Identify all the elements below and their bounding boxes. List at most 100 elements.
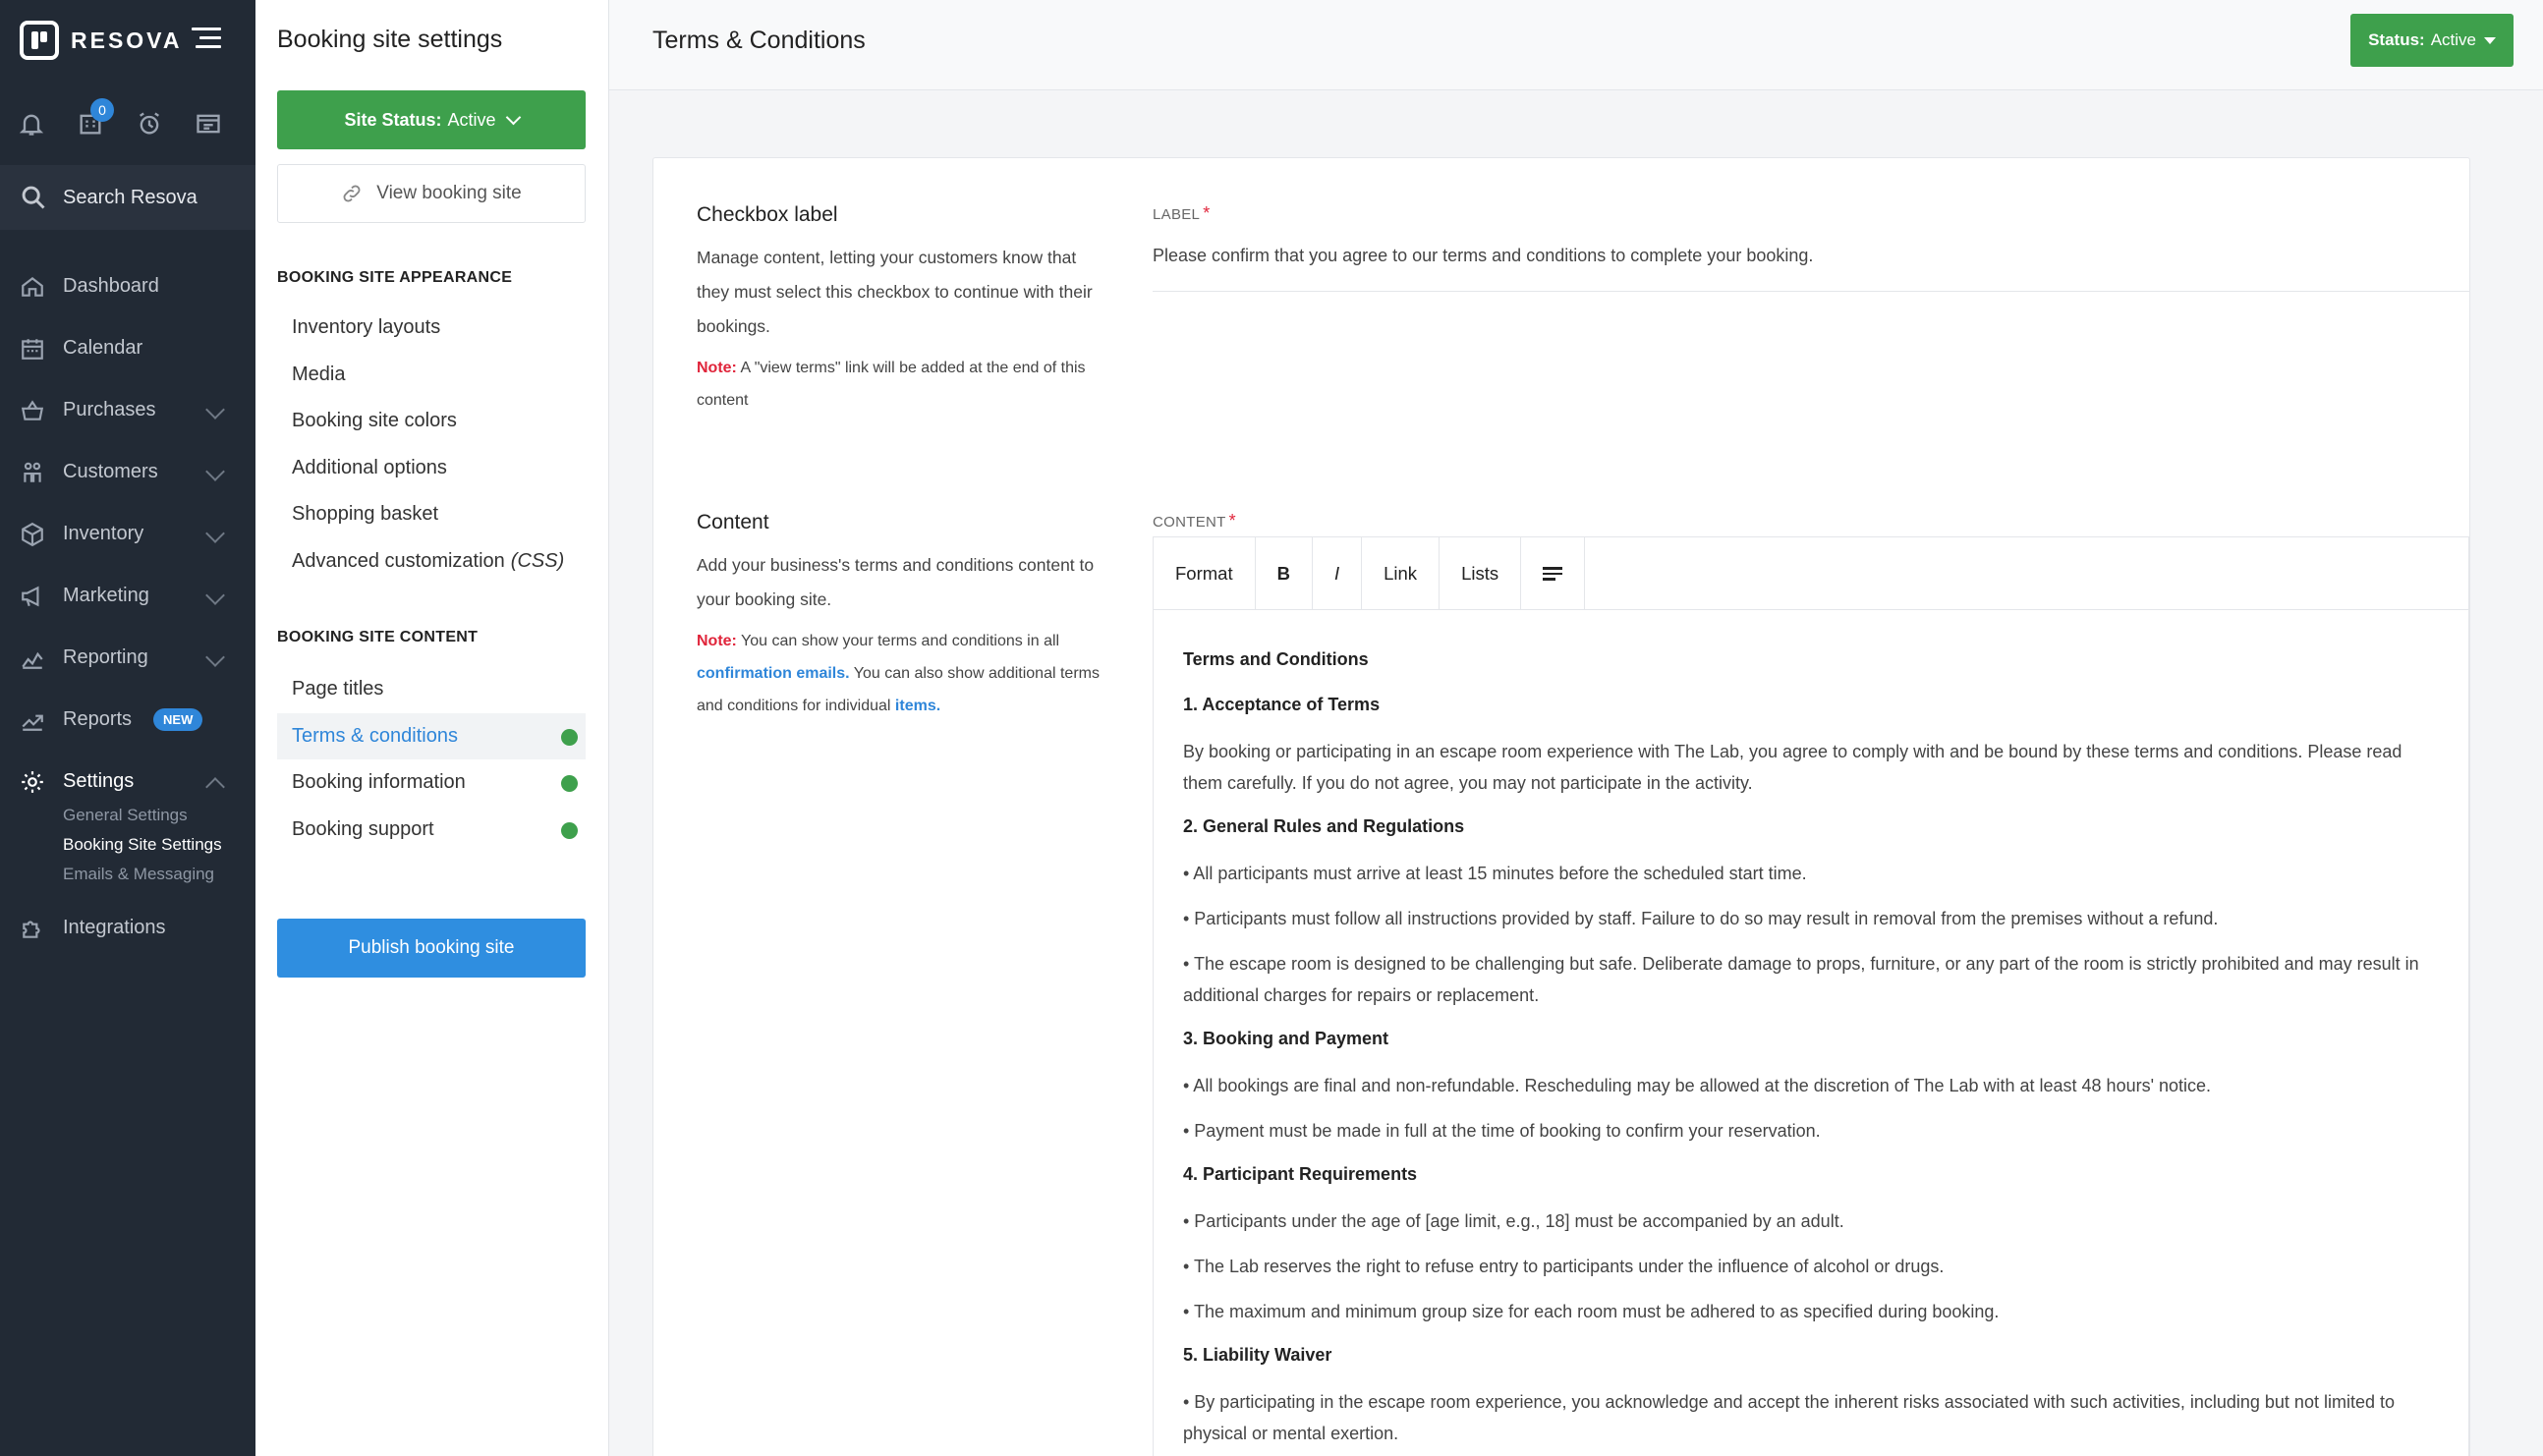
panel-title: Booking site settings <box>277 26 503 53</box>
chevron-down-icon <box>205 586 225 605</box>
nav-item-dashboard[interactable]: Dashboard <box>0 255 255 317</box>
box-icon <box>22 522 43 546</box>
site-status-dropdown[interactable]: Site Status: Active <box>277 90 586 149</box>
section-desc: Manage content, letting your customers k… <box>697 248 1093 336</box>
settings-item-shopping-basket[interactable]: Shopping basket <box>277 491 586 538</box>
hamburger-menu-icon[interactable] <box>192 28 221 51</box>
appearance-list: Inventory layouts Media Booking site col… <box>277 305 586 585</box>
settings-item-media[interactable]: Media <box>277 352 586 399</box>
bold-button[interactable]: B <box>1256 537 1313 610</box>
settings-item-inventory-layouts[interactable]: Inventory layouts <box>277 305 586 352</box>
section-heading: Content <box>697 511 769 533</box>
publish-booking-site-button[interactable]: Publish booking site <box>277 919 586 978</box>
status-dot <box>561 775 578 792</box>
checkbox-label-input[interactable]: Please confirm that you agree to our ter… <box>1153 246 2469 292</box>
content-heading: 1. Acceptance of Terms <box>1183 695 1381 714</box>
content-paragraph: • Payment must be made in full at the ti… <box>1183 1121 1821 1141</box>
nav-item-customers[interactable]: Customers <box>0 441 255 503</box>
brand[interactable]: RESOVA <box>20 20 182 61</box>
align-left-button[interactable] <box>1521 537 1586 610</box>
rich-text-editor: Format B I Link Lists Terms and Conditio… <box>1153 536 2469 1456</box>
chevron-down-icon <box>505 109 521 125</box>
megaphone-icon <box>22 586 39 606</box>
nav-item-calendar[interactable]: Calendar <box>0 317 255 379</box>
status-dropdown[interactable]: Status: Active <box>2350 14 2514 67</box>
bell-icon[interactable] <box>2 104 61 143</box>
checkbox-label-field: LABEL * Please confirm that you agree to … <box>1153 203 2469 292</box>
chevron-down-icon <box>205 462 225 481</box>
nav-item-reports[interactable]: Reports NEW <box>0 689 255 751</box>
item-label: Terms & conditions <box>292 724 458 747</box>
item-label: Booking information <box>292 771 466 794</box>
basket-icon <box>21 399 44 420</box>
trend-icon <box>22 714 43 731</box>
field-label-text: LABEL <box>1153 206 1201 223</box>
status-value: Active <box>2430 30 2476 49</box>
content-field-label: CONTENT * <box>1153 511 2469 532</box>
search-label: Search Resova <box>63 186 198 208</box>
section-note: Note: A "view terms" link will be added … <box>697 352 1109 417</box>
link-button[interactable]: Link <box>1362 537 1441 610</box>
submenu-booking-site-settings[interactable]: Booking Site Settings <box>63 830 255 860</box>
lists-button[interactable]: Lists <box>1440 537 1522 610</box>
required-marker: * <box>1203 203 1211 223</box>
window-icon[interactable] <box>179 104 238 143</box>
settings-item-booking-site-colors[interactable]: Booking site colors <box>277 398 586 445</box>
checkbox-label-description: Checkbox label Manage content, letting y… <box>697 203 1109 417</box>
nav-item-label: Inventory <box>63 523 144 544</box>
status-dot <box>561 821 578 839</box>
chevron-up-icon <box>205 777 225 797</box>
line-chart-icon <box>22 651 43 669</box>
italic-button[interactable]: I <box>1313 537 1363 610</box>
main-content: Terms & Conditions Status: Active Checkb… <box>609 0 2543 1456</box>
chevron-down-icon <box>205 400 225 420</box>
search-resova[interactable]: Search Resova <box>0 165 255 230</box>
content-paragraph: • By participating in the escape room ex… <box>1183 1392 2395 1443</box>
nav-item-label: Purchases <box>63 399 156 420</box>
content-paragraph: • Participants must follow all instructi… <box>1183 909 2219 928</box>
view-booking-site-button[interactable]: View booking site <box>277 164 586 223</box>
page-header: Terms & Conditions Status: Active <box>609 0 2543 90</box>
nav-item-inventory[interactable]: Inventory <box>0 503 255 565</box>
notification-count-badge: 0 <box>90 98 114 122</box>
format-button[interactable]: Format <box>1154 537 1256 610</box>
editor-content[interactable]: Terms and Conditions 1. Acceptance of Ter… <box>1154 610 2468 1449</box>
settings-item-page-titles[interactable]: Page titles <box>277 666 586 713</box>
nav-item-label: Reports <box>63 708 133 730</box>
nav-item-purchases[interactable]: Purchases <box>0 379 255 441</box>
nav-item-settings[interactable]: Settings <box>0 751 255 812</box>
settings-item-additional-options[interactable]: Additional options <box>277 445 586 492</box>
settings-item-booking-support[interactable]: Booking support <box>277 807 586 854</box>
nav-item-label: Customers <box>63 461 158 482</box>
content-heading: 4. Participant Requirements <box>1183 1164 1418 1184</box>
settings-item-advanced-customization[interactable]: Advanced customization (CSS) <box>277 538 586 586</box>
nav-item-integrations[interactable]: Integrations <box>0 897 255 959</box>
content-heading: BOOKING SITE CONTENT <box>277 629 479 645</box>
nav-item-reporting[interactable]: Reporting <box>0 627 255 689</box>
link-icon <box>343 185 361 202</box>
confirmation-emails-link[interactable]: confirmation emails. <box>697 665 850 682</box>
settings-item-terms-conditions[interactable]: Terms & conditions <box>277 712 586 759</box>
alarm-clock-icon[interactable] <box>120 104 179 143</box>
settings-item-booking-information[interactable]: Booking information <box>277 759 586 807</box>
content-paragraph: • The Lab reserves the right to refuse e… <box>1183 1257 1945 1276</box>
booking-site-settings-panel: Booking site settings Site Status: Activ… <box>255 0 609 1456</box>
submenu-emails-messaging[interactable]: Emails & Messaging <box>63 860 255 889</box>
chevron-down-icon <box>205 647 225 667</box>
status-dot <box>561 728 578 746</box>
items-link[interactable]: items. <box>895 698 940 714</box>
chevron-down-icon <box>205 524 225 543</box>
content-paragraph: • Participants under the age of [age lim… <box>1183 1211 1844 1231</box>
site-status-value: Active <box>447 109 496 130</box>
section-heading: Checkbox label <box>697 203 838 226</box>
nav-item-marketing[interactable]: Marketing <box>0 565 255 627</box>
resova-logo-icon <box>20 21 59 60</box>
view-booking-site-label: View booking site <box>376 183 522 203</box>
required-marker: * <box>1228 511 1236 531</box>
align-left-icon <box>1543 564 1563 584</box>
bookings-inbox-icon[interactable]: 0 <box>61 98 120 143</box>
content-paragraph: • All participants must arrive at least … <box>1183 864 1807 883</box>
calendar-icon <box>22 338 43 360</box>
content-heading: 2. General Rules and Regulations <box>1183 816 1465 836</box>
content-paragraph: • The maximum and minimum group size for… <box>1183 1302 2000 1321</box>
